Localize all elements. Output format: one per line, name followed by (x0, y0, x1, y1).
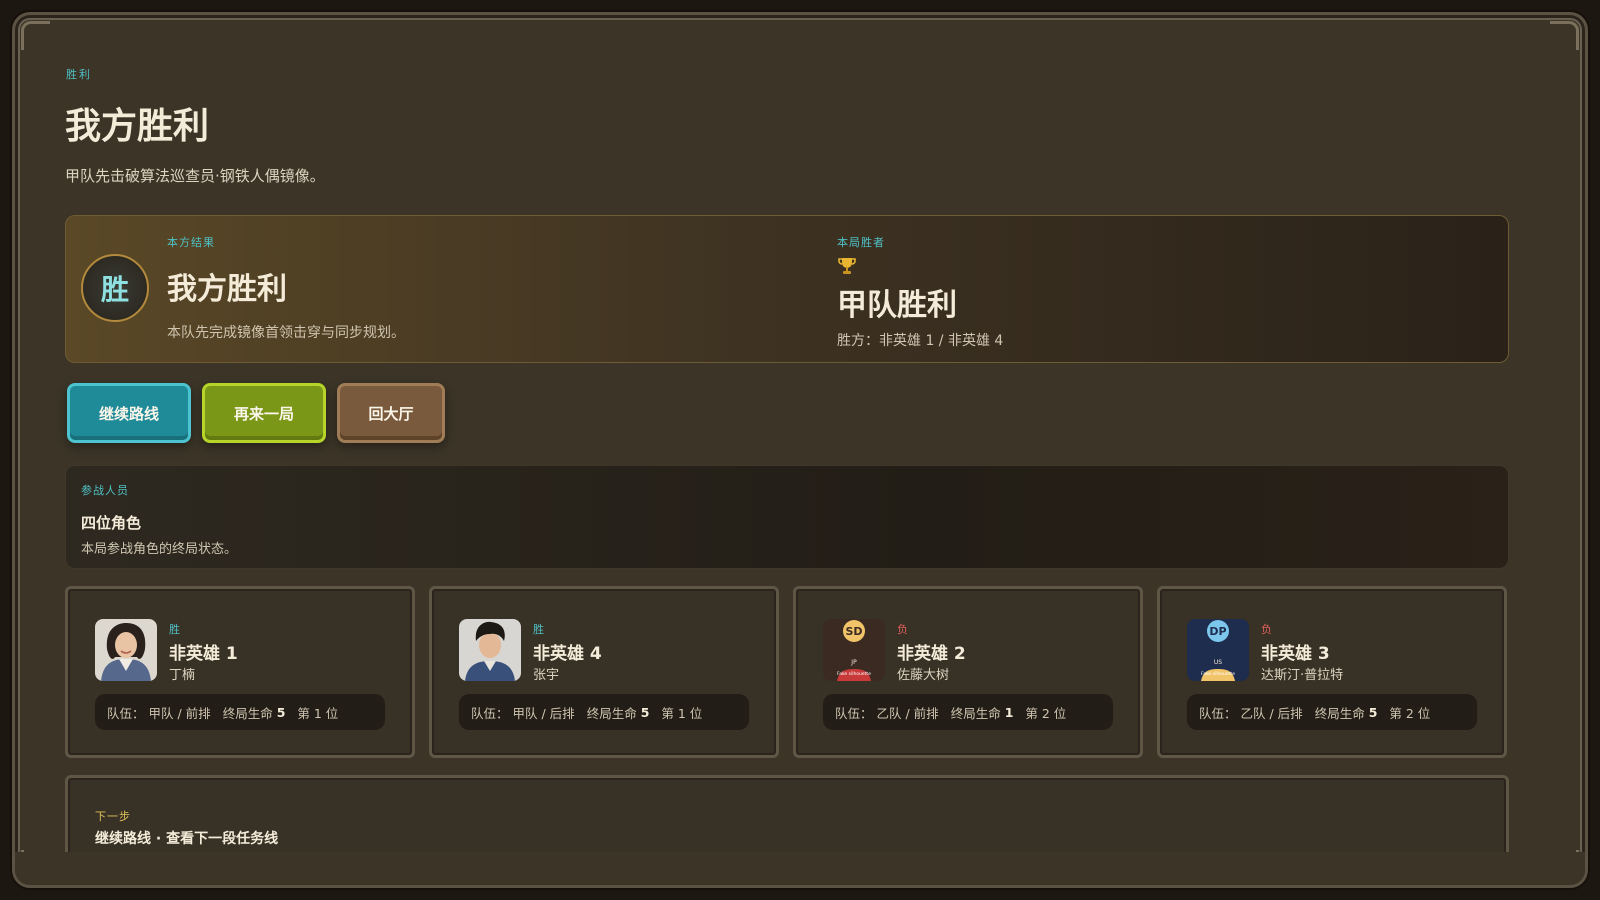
own-result-title: 我方胜利 (167, 272, 287, 307)
player-stats: 队伍： 乙队 / 前排 终局生命 1 第 2 位 (823, 694, 1113, 730)
play-again-button[interactable]: 再来一局 (202, 383, 326, 443)
page-subtitle: 甲队先击破算法巡查员·钢铁人偶镜像。 (65, 167, 325, 185)
next-step-label: 下一步 (95, 810, 131, 823)
player-team: 乙队 / 前排 (876, 705, 939, 721)
own-result-label: 本方结果 (167, 236, 215, 249)
player-hp: 5 (640, 704, 650, 720)
back-to-lobby-button[interactable]: 回大厅 (337, 383, 445, 443)
player-card[interactable]: SD JP Fake silhouette 负 非英雄 2 佐藤大树 队伍： 乙… (793, 586, 1143, 758)
own-result-desc: 本队先完成镜像首领击穿与同步规划。 (167, 325, 405, 341)
trophy-icon (838, 258, 856, 274)
avatar (459, 619, 521, 681)
player-rank: 第 2 位 (1025, 705, 1067, 721)
winner-label: 本局胜者 (837, 236, 885, 249)
winner-desc: 胜方：非英雄 1 / 非英雄 4 (837, 333, 1004, 349)
player-status: 胜 (169, 623, 180, 636)
roster-desc: 本局参战角色的终局状态。 (81, 542, 238, 557)
avatar (95, 619, 157, 681)
player-card[interactable]: DP US Fake silhouette 负 非英雄 3 达斯汀·普拉特 队伍… (1157, 586, 1507, 758)
avatar: SD JP Fake silhouette (823, 619, 885, 681)
player-hero-name: 非英雄 3 (1261, 644, 1330, 664)
result-eyebrow: 胜利 (66, 68, 92, 81)
player-name: 达斯汀·普拉特 (1261, 668, 1344, 683)
avatar-country: US (1214, 659, 1222, 666)
page-title: 我方胜利 (65, 106, 210, 147)
continue-route-button[interactable]: 继续路线 (67, 383, 191, 443)
avatar: DP US Fake silhouette (1187, 619, 1249, 681)
roster-title: 四位角色 (81, 514, 142, 532)
frame-corner (21, 21, 50, 50)
frame-corner (1550, 21, 1579, 50)
player-status: 负 (897, 623, 908, 636)
player-team: 甲队 / 后排 (512, 705, 575, 721)
player-name: 丁楠 (169, 668, 196, 683)
player-status: 胜 (533, 623, 544, 636)
avatar-country: JP (850, 659, 857, 666)
player-card[interactable]: 胜 非英雄 1 丁楠 队伍： 甲队 / 前排 终局生命 5 第 1 位 (65, 586, 415, 758)
player-rank: 第 2 位 (1389, 705, 1431, 721)
player-hero-name: 非英雄 4 (533, 644, 602, 664)
victory-badge: 胜 (81, 254, 149, 322)
player-rank: 第 1 位 (661, 705, 703, 721)
player-rank: 第 1 位 (297, 705, 339, 721)
avatar-caption: Fake silhouette (1201, 671, 1235, 677)
winner-title: 甲队胜利 (837, 288, 957, 323)
player-hp: 1 (1004, 704, 1014, 720)
player-name: 张宇 (533, 668, 560, 683)
player-card[interactable]: 胜 非英雄 4 张宇 队伍： 甲队 / 后排 终局生命 5 第 1 位 (429, 586, 779, 758)
avatar-initials: DP (1209, 625, 1226, 638)
avatar-caption: Fake silhouette (837, 671, 871, 677)
next-step-title: 继续路线 · 查看下一段任务线 (95, 831, 279, 847)
player-hp: 5 (276, 704, 286, 720)
player-name: 佐藤大树 (897, 668, 950, 683)
player-stats: 队伍： 甲队 / 前排 终局生命 5 第 1 位 (95, 694, 385, 730)
player-hero-name: 非英雄 2 (897, 644, 966, 664)
avatar-initials: SD (845, 625, 862, 638)
roster-header-panel: 参战人员 四位角色 本局参战角色的终局状态。 (65, 465, 1509, 569)
player-hp: 5 (1368, 704, 1378, 720)
player-stats: 队伍： 甲队 / 后排 终局生命 5 第 1 位 (459, 694, 749, 730)
player-hero-name: 非英雄 1 (169, 644, 238, 664)
result-screen-frame: 胜利 我方胜利 甲队先击破算法巡查员·钢铁人偶镜像。 胜 本方结果 我方胜利 本… (12, 12, 1588, 888)
scroll-clip (15, 852, 1585, 885)
player-team: 甲队 / 前排 (148, 705, 211, 721)
result-summary-panel: 胜 本方结果 我方胜利 本队先完成镜像首领击穿与同步规划。 本局胜者 甲队胜利 … (65, 215, 1509, 363)
player-status: 负 (1261, 623, 1272, 636)
player-team: 乙队 / 后排 (1240, 705, 1303, 721)
roster-label: 参战人员 (81, 484, 129, 497)
player-stats: 队伍： 乙队 / 后排 终局生命 5 第 2 位 (1187, 694, 1477, 730)
